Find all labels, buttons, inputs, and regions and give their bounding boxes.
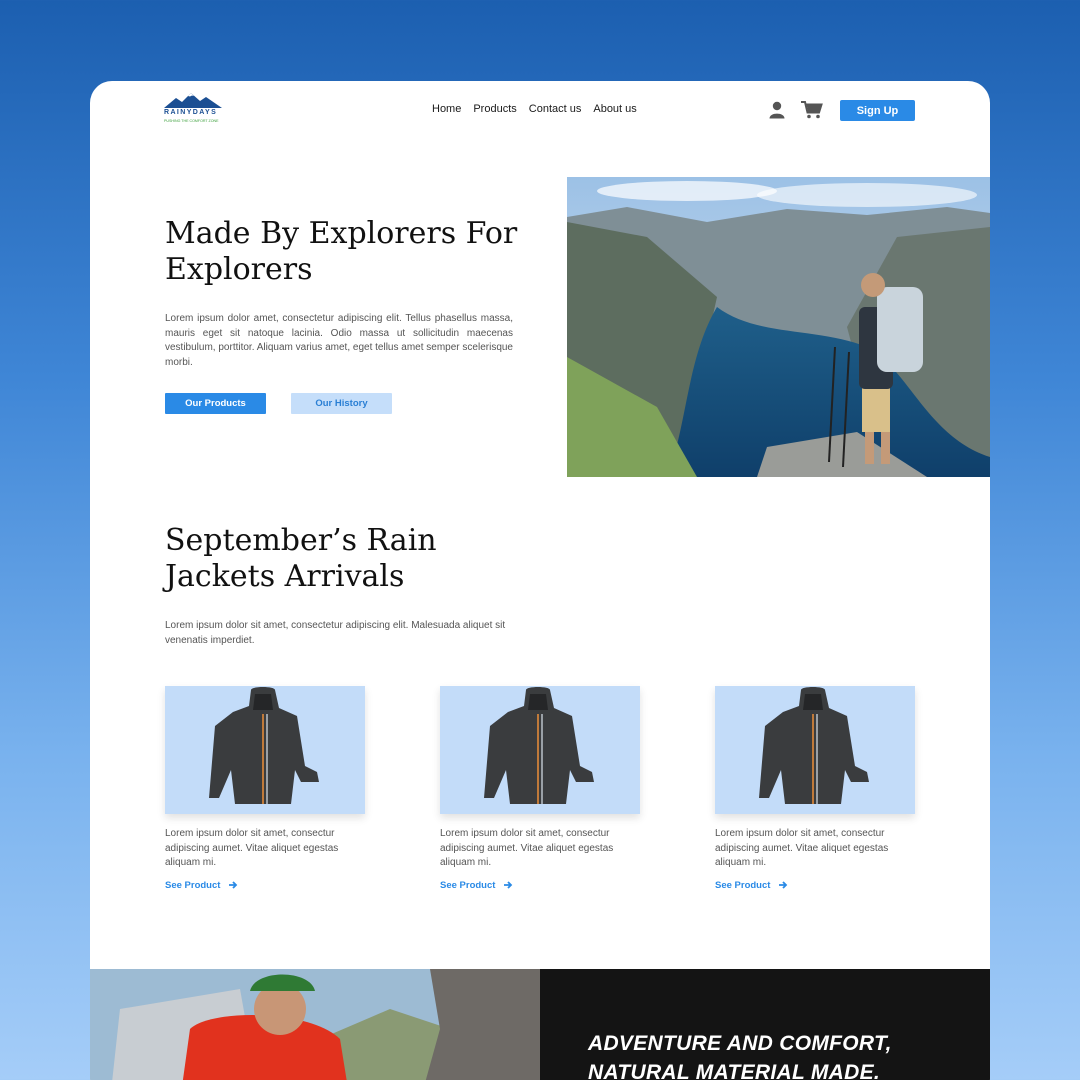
our-products-button[interactable]: Our Products [165,393,266,414]
banner-dark-panel: ADVENTURE AND COMFORT, NATURAL MATERIAL … [540,969,990,1080]
product-card[interactable]: Lorem ipsum dolor sit amet, consectur ad… [440,686,640,891]
brand-logo[interactable]: RAINYDAYS PUSHING THE COMFORT ZONE [164,92,234,130]
product-image[interactable] [715,686,915,814]
rain-jacket-image [209,687,319,804]
rain-jacket-image [484,687,594,804]
brand-tagline: PUSHING THE COMFORT ZONE [164,119,219,123]
nav-item-products[interactable]: Products [473,103,516,115]
see-product-label: See Product [165,879,221,891]
arrivals-description: Lorem ipsum dolor sit amet, consectetur … [165,620,506,646]
user-icon[interactable] [769,101,785,119]
see-product-label: See Product [715,879,771,891]
see-product-link[interactable]: See Product [165,880,365,891]
signup-button[interactable]: Sign Up [840,100,915,121]
nav-item-home[interactable]: Home [432,103,461,115]
hero-description: Lorem ipsum dolor amet, consectetur adip… [165,313,513,368]
rain-jacket-image [759,687,869,804]
nav-item-contact[interactable]: Contact us [529,103,582,115]
our-history-button[interactable]: Our History [291,393,392,414]
website-frame: RAINYDAYS PUSHING THE COMFORT ZONE Home … [90,81,990,1080]
product-description: Lorem ipsum dolor sit amet, consectur ad… [715,828,889,868]
product-description: Lorem ipsum dolor sit amet, consectur ad… [165,828,339,868]
product-card[interactable]: Lorem ipsum dolor sit amet, consectur ad… [715,686,915,891]
product-image[interactable] [440,686,640,814]
cart-icon[interactable] [801,101,823,119]
product-image[interactable] [165,686,365,814]
arrow-right-icon [229,881,238,889]
banner-explorer-image [90,969,540,1080]
arrow-right-icon [504,881,513,889]
product-card[interactable]: Lorem ipsum dolor sit amet, consectur ad… [165,686,365,891]
see-product-link[interactable]: See Product [440,880,640,891]
arrivals-title: September’s Rain Jackets Arrivals [165,523,437,594]
mountain-logo-icon [164,93,222,108]
product-description: Lorem ipsum dolor sit amet, consectur ad… [440,828,614,868]
hero-title: Made By Explorers For Explorers [165,216,518,287]
see-product-link[interactable]: See Product [715,880,915,891]
brand-name: RAINYDAYS [164,109,218,116]
nav-item-about[interactable]: About us [593,103,636,115]
arrow-right-icon [779,881,788,889]
hero-hiker-fjord-image [567,177,990,477]
banner-heading: ADVENTURE AND COMFORT, NATURAL MATERIAL … [588,1032,892,1080]
main-nav: Home Products Contact us About us [432,103,637,115]
see-product-label: See Product [440,879,496,891]
